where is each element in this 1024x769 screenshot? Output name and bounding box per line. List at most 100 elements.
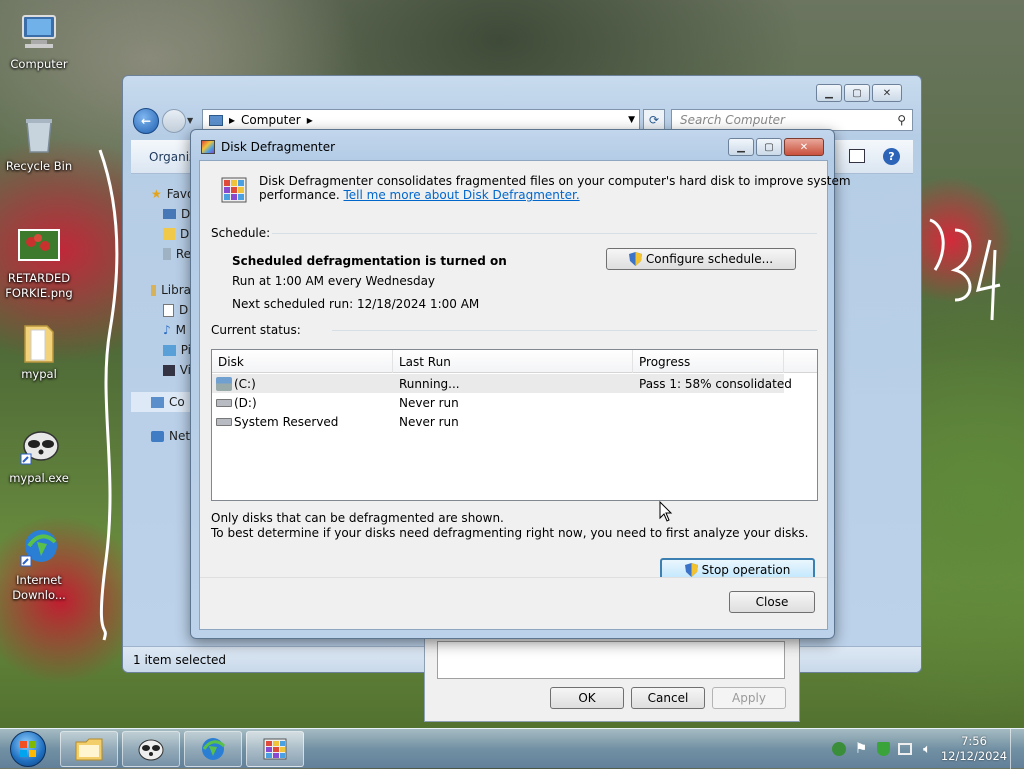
current-status-label: Current status: — [211, 323, 301, 337]
status-text: 1 item selected — [133, 652, 227, 667]
disk-last-run: Running... — [399, 376, 460, 391]
mypal-browser-icon — [138, 739, 164, 761]
desktop-icon-mypal-folder[interactable]: mypal — [1, 320, 77, 382]
disk-row[interactable]: (C:) Running... Pass 1: 58% consolidated — [212, 374, 792, 393]
defrag-app-icon — [220, 174, 248, 204]
nav-label: D — [181, 207, 191, 221]
raccoon-app-icon — [17, 424, 61, 468]
taskbar-defrag[interactable] — [246, 731, 304, 767]
desktop-icon-internet-download-manager[interactable]: Internet Downlo... — [1, 526, 77, 603]
libraries-icon — [151, 284, 157, 296]
disk-progress: Pass 1: 58% consolidated — [639, 376, 792, 391]
recent-pages-dropdown[interactable]: ▼ — [187, 116, 193, 125]
disk-name: (C:) — [234, 376, 256, 391]
nav-pictures[interactable]: Pi — [131, 340, 191, 360]
show-desktop-button[interactable] — [1010, 729, 1024, 769]
drive-icon — [216, 417, 232, 426]
dialog-footer: Close — [200, 577, 827, 629]
disk-defragmenter-window[interactable]: Disk Defragmenter ▁ ▢ ✕ Disk Defragmente… — [190, 129, 851, 639]
nav-videos[interactable]: Vi — [131, 360, 191, 380]
minimize-button[interactable]: ▁ — [816, 84, 842, 102]
nav-network[interactable]: Net — [131, 426, 191, 446]
action-center-flag-icon[interactable]: ⚑ — [850, 738, 872, 760]
nav-music[interactable]: ♪ M — [131, 320, 191, 340]
maximize-button[interactable]: ▢ — [756, 138, 782, 156]
disk-list[interactable]: Disk Last Run Progress (C:) Running... P… — [211, 349, 818, 501]
taskbar-explorer[interactable] — [60, 731, 118, 767]
nav-computer[interactable]: Co — [131, 392, 191, 412]
desktop-icon-label: Recycle Bin — [5, 159, 73, 173]
clock[interactable]: 7:56 12/12/2024 — [938, 734, 1010, 764]
documents-icon — [163, 303, 174, 317]
windows-explorer-icon — [75, 738, 103, 761]
desktop-icon-recycle-bin[interactable]: Recycle Bin — [1, 112, 77, 174]
minimize-button[interactable]: ▁ — [728, 138, 754, 156]
intro-text-2: performance. — [259, 188, 340, 202]
volume-muted-icon[interactable]: 🔈︎ — [916, 738, 938, 760]
nav-label: Co — [169, 395, 185, 409]
desktop-icon-mypal-exe[interactable]: mypal.exe — [1, 424, 77, 486]
system-tray: ⚑ 🔈︎ 7:56 12/12/2024 — [828, 729, 1024, 769]
nav-documents[interactable]: D — [131, 300, 191, 320]
forward-button[interactable] — [162, 109, 186, 133]
tray-idm-icon[interactable] — [828, 738, 850, 760]
schedule-next-run: Next scheduled run: 12/18/2024 1:00 AM — [232, 297, 480, 311]
breadcrumb-computer[interactable]: Computer — [241, 113, 301, 127]
back-button[interactable]: ← — [133, 108, 159, 134]
nav-desktop[interactable]: D — [131, 204, 191, 224]
taskbar: ⚑ 🔈︎ 7:56 12/12/2024 — [0, 728, 1024, 769]
schedule-separator — [272, 233, 817, 234]
taskbar-idm[interactable] — [184, 731, 242, 767]
address-bar[interactable]: ▸ Computer ▸ ▼ — [202, 109, 640, 131]
disk-row[interactable]: (D:) Never run — [212, 393, 784, 412]
mouse-cursor — [659, 501, 673, 522]
close-window-button[interactable]: ✕ — [784, 138, 824, 156]
refresh-button[interactable]: ⟳ — [643, 109, 665, 131]
navigation-pane: ★ Favo D D Re Libra D ♪ M Pi Vi Co Net — [131, 174, 191, 644]
organize-menu[interactable]: Organiz — [149, 150, 195, 164]
search-input[interactable]: Search Computer ⚲ — [671, 109, 913, 131]
window-title: Disk Defragmenter — [221, 140, 336, 154]
help-icon[interactable]: ? — [883, 148, 900, 165]
close-button[interactable]: ✕ — [872, 84, 902, 102]
preview-pane-icon[interactable] — [849, 149, 865, 163]
recent-places-icon — [163, 248, 171, 260]
properties-content-box — [437, 641, 785, 679]
learn-more-link[interactable]: Tell me more about Disk Defragmenter. — [344, 188, 580, 202]
nav-label: Re — [175, 247, 191, 261]
stop-operation-label: Stop operation — [701, 563, 791, 577]
taskbar-mypal[interactable] — [122, 731, 180, 767]
disk-row[interactable]: System Reserved Never run — [212, 412, 784, 431]
defrag-body: Disk Defragmenter consolidates fragmente… — [199, 160, 851, 630]
apply-button[interactable]: Apply — [712, 687, 786, 709]
configure-schedule-button[interactable]: Configure schedule... — [606, 248, 796, 270]
address-dropdown-icon[interactable]: ▼ — [628, 115, 635, 125]
computer-small-icon — [151, 396, 164, 408]
desktop-icon-label: Computer — [10, 57, 68, 71]
recycle-bin-icon — [17, 112, 61, 156]
desktop-icon-label: RETARDED FORKIE.png — [5, 271, 73, 300]
nav-downloads[interactable]: D — [131, 224, 191, 244]
videos-icon — [163, 364, 175, 376]
nav-label: Favo — [166, 187, 191, 201]
nav-libraries[interactable]: Libra — [131, 280, 191, 300]
pictures-icon — [163, 344, 176, 356]
configure-schedule-label: Configure schedule... — [645, 252, 774, 266]
column-header-last-run[interactable]: Last Run — [393, 350, 633, 373]
ok-button[interactable]: OK — [550, 687, 624, 709]
close-button[interactable]: Close — [729, 591, 815, 613]
internet-download-manager-icon — [202, 738, 226, 760]
desktop-icon-computer[interactable]: Computer — [1, 10, 77, 72]
nav-favorites[interactable]: ★ Favo — [131, 184, 191, 204]
search-icon: ⚲ — [897, 113, 906, 127]
nav-recent[interactable]: Re — [131, 244, 191, 264]
maximize-button[interactable]: ▢ — [844, 84, 870, 102]
start-button[interactable] — [4, 730, 52, 768]
column-header-progress[interactable]: Progress — [633, 350, 784, 373]
network-icon[interactable] — [894, 738, 916, 760]
column-header-disk[interactable]: Disk — [212, 350, 393, 373]
back-arrow-icon: ← — [140, 114, 152, 128]
desktop-icon-image-file[interactable]: RETARDED FORKIE.png — [1, 224, 77, 301]
security-shield-icon[interactable] — [872, 738, 894, 760]
cancel-button[interactable]: Cancel — [631, 687, 705, 709]
